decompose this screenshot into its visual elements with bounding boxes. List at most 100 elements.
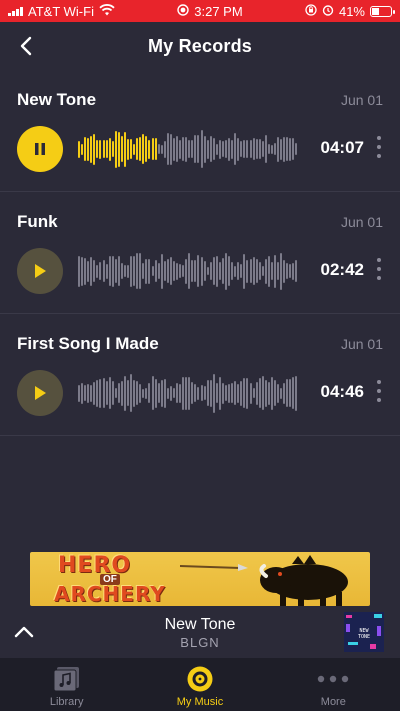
waveform-bar bbox=[283, 136, 286, 162]
waveform-bar bbox=[252, 388, 255, 398]
chevron-left-icon bbox=[20, 36, 32, 56]
waveform-bar bbox=[234, 265, 237, 277]
waveform-bar bbox=[169, 385, 172, 401]
waveform-bar bbox=[197, 255, 200, 287]
vinyl-record-icon bbox=[186, 665, 214, 693]
waveform-bar bbox=[117, 383, 120, 403]
tab-more[interactable]: More bbox=[267, 658, 400, 711]
signal-icon bbox=[8, 6, 23, 16]
waveform-bar bbox=[237, 383, 240, 403]
waveform-bar bbox=[215, 383, 218, 403]
waveform-bar bbox=[261, 376, 264, 410]
waveform-bar bbox=[102, 378, 105, 408]
waveform-bar bbox=[261, 266, 264, 276]
waveform-bar bbox=[130, 139, 133, 159]
status-right: 41% bbox=[305, 4, 395, 19]
waveform-bar bbox=[234, 133, 237, 165]
waveform-bar bbox=[182, 137, 185, 161]
tab-my-music[interactable]: My Music bbox=[133, 658, 266, 711]
waveform-bar bbox=[145, 136, 148, 162]
waveform-bar bbox=[78, 384, 80, 402]
waveform-bar bbox=[172, 388, 175, 398]
waveform-bar bbox=[90, 256, 93, 286]
waveform-bar bbox=[120, 263, 123, 279]
waveform-bar bbox=[292, 138, 295, 160]
waveform-bar bbox=[105, 263, 108, 279]
waveform-bar bbox=[151, 266, 154, 276]
waveform-bar bbox=[148, 258, 151, 284]
library-music-icon bbox=[53, 665, 81, 693]
waveform-bar bbox=[237, 262, 240, 280]
waveform[interactable] bbox=[78, 128, 298, 170]
waveform-bar bbox=[114, 130, 117, 168]
pause-button[interactable] bbox=[17, 126, 63, 172]
record-item[interactable]: Funk Jun 01 02:42 bbox=[0, 192, 400, 314]
ad-banner[interactable]: HERO OF ARCHERY bbox=[30, 552, 370, 606]
waveform-bar bbox=[96, 140, 99, 158]
waveform-bar bbox=[188, 376, 191, 410]
ad-title-line3: ARCHERY bbox=[54, 582, 166, 606]
tab-library[interactable]: Library bbox=[0, 658, 133, 711]
record-duration: 04:07 bbox=[320, 138, 364, 157]
waveform-bar bbox=[179, 139, 182, 159]
waveform-bar bbox=[283, 259, 286, 283]
waveform-bar bbox=[249, 259, 252, 283]
waveform-bar bbox=[96, 264, 99, 278]
waveform-bar bbox=[228, 256, 231, 286]
record-item[interactable]: New Tone Jun 01 04:07 bbox=[0, 70, 400, 192]
back-button[interactable] bbox=[14, 34, 38, 58]
waveform-bar bbox=[197, 386, 200, 400]
waveform-bar bbox=[139, 137, 142, 161]
waveform-bar bbox=[261, 141, 264, 157]
waveform-bar bbox=[264, 258, 267, 284]
more-options-button[interactable] bbox=[375, 380, 383, 402]
waveform-bar bbox=[212, 257, 215, 285]
waveform[interactable] bbox=[78, 250, 298, 292]
waveform-bar bbox=[133, 256, 136, 286]
waveform-bar bbox=[212, 373, 215, 413]
waveform-bar bbox=[215, 143, 218, 155]
waveform-bar bbox=[289, 264, 292, 278]
waveform-bar bbox=[274, 380, 276, 406]
waveform-bar bbox=[286, 379, 289, 407]
more-options-button[interactable] bbox=[375, 136, 383, 158]
wifi-icon bbox=[99, 3, 115, 19]
waveform-bar bbox=[200, 130, 203, 168]
waveform-bar bbox=[258, 139, 261, 159]
waveform-bar bbox=[218, 139, 221, 159]
waveform-bar bbox=[221, 141, 224, 157]
waveform-bar bbox=[206, 380, 209, 406]
waveform-bar bbox=[130, 374, 133, 412]
waveform-bar bbox=[292, 262, 295, 280]
now-playing-bar[interactable]: New Tone BLGN NEW TONE bbox=[0, 606, 400, 658]
play-button[interactable] bbox=[17, 370, 63, 416]
waveform-bar bbox=[166, 387, 169, 399]
waveform-bar bbox=[286, 263, 289, 279]
waveform-bar bbox=[96, 379, 99, 407]
now-playing-artwork[interactable]: NEW TONE bbox=[344, 612, 384, 652]
tab-bar: Library My Music More bbox=[0, 658, 400, 711]
play-button[interactable] bbox=[17, 248, 63, 294]
waveform-bar bbox=[142, 134, 145, 164]
waveform[interactable] bbox=[78, 372, 298, 414]
waveform-bar bbox=[145, 387, 148, 399]
waveform-bar bbox=[90, 384, 93, 402]
waveform-bar bbox=[228, 137, 231, 161]
waveform-bar bbox=[246, 259, 249, 283]
waveform-bar bbox=[117, 131, 120, 167]
alarm-icon bbox=[322, 4, 334, 19]
more-options-button[interactable] bbox=[375, 258, 383, 280]
waveform-bar bbox=[81, 256, 84, 286]
waveform-bar bbox=[114, 259, 117, 283]
tab-label: Library bbox=[49, 696, 84, 708]
pause-icon bbox=[35, 143, 45, 155]
record-item[interactable]: First Song I Made Jun 01 04:46 bbox=[0, 314, 400, 436]
waveform-bar bbox=[240, 141, 243, 157]
waveform-bar bbox=[231, 262, 234, 280]
waveform-bar bbox=[225, 140, 227, 158]
waveform-bar bbox=[221, 258, 224, 284]
record-duration: 02:42 bbox=[320, 260, 364, 279]
waveform-bar bbox=[267, 255, 270, 287]
waveform-bar bbox=[136, 138, 139, 160]
now-playing-artist: BLGN bbox=[180, 635, 220, 650]
